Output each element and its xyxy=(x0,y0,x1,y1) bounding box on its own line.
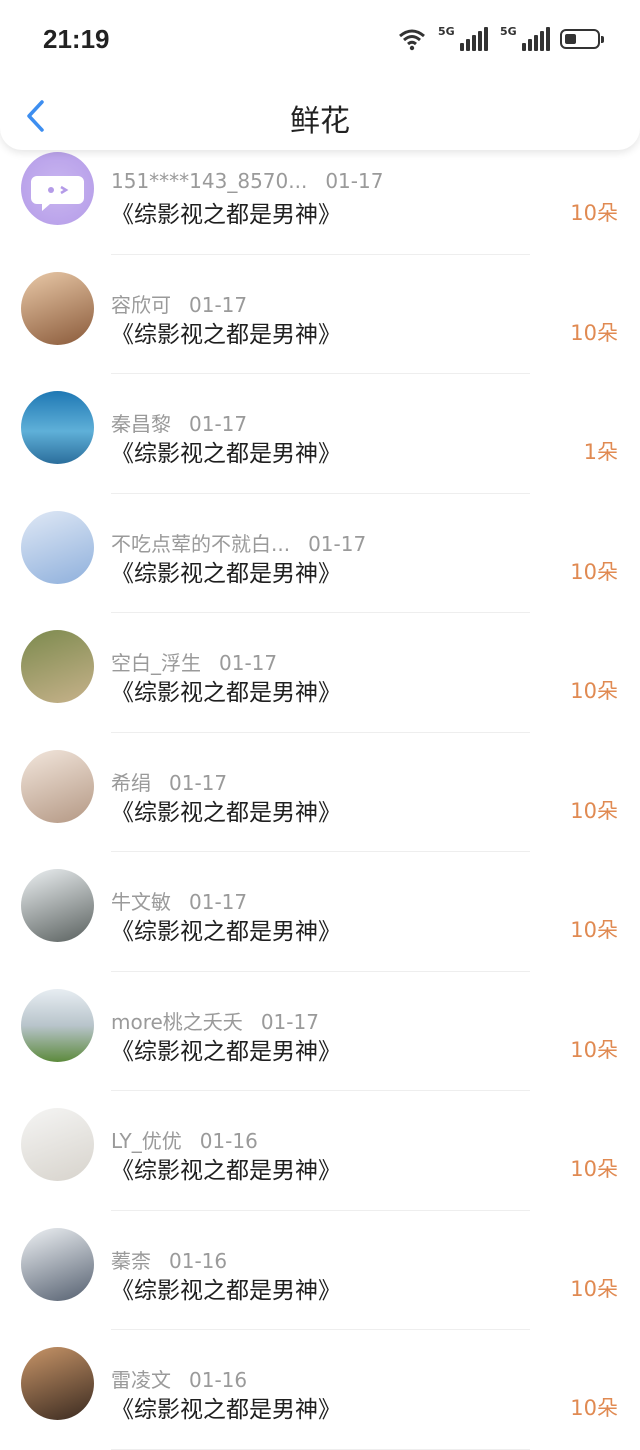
item-date: 01-17 xyxy=(260,1009,319,1034)
wifi-icon xyxy=(398,27,426,51)
list-item[interactable]: 雷凌文 01-16 《综影视之都是男神》 10朵 xyxy=(0,1330,640,1450)
item-meta: 希绢 01-17 xyxy=(111,767,227,796)
list-item[interactable]: more桃之夭夭 01-17 《综影视之都是男神》 10朵 xyxy=(0,972,640,1091)
item-date: 01-17 xyxy=(189,412,248,436)
list-item[interactable]: 空白_浮生 01-17 《综影视之都是男神》 10朵 xyxy=(0,613,640,733)
book-title: 《综影视之都是男神》 xyxy=(111,321,341,348)
item-date: 01-16 xyxy=(169,1248,228,1273)
avatar[interactable] xyxy=(21,1347,94,1420)
list-item[interactable]: LY_优优 01-16 《综影视之都是男神》 10朵 xyxy=(0,1091,640,1211)
list-item[interactable]: 牛文敏 01-17 《综影视之都是男神》 10朵 xyxy=(0,852,640,972)
list-item[interactable]: 蓁柰 01-16 《综影视之都是男神》 10朵 xyxy=(0,1211,640,1330)
user-name: 容欣可 xyxy=(111,292,171,317)
avatar[interactable] xyxy=(21,391,94,464)
user-name: more桃之夭夭 xyxy=(111,1009,243,1034)
flower-count: 10朵 xyxy=(570,559,618,584)
user-name: 不吃点荤的不就白... xyxy=(111,531,291,556)
avatar[interactable] xyxy=(21,869,94,942)
item-meta: 不吃点荤的不就白... 01-17 xyxy=(111,528,366,557)
item-meta: LY_优优 01-16 xyxy=(111,1125,258,1154)
flower-count: 10朵 xyxy=(570,1157,618,1181)
item-meta: 容欣可 01-17 xyxy=(111,289,247,318)
list-item[interactable]: 希绢 01-17 《综影视之都是男神》 10朵 xyxy=(0,733,640,852)
item-meta: 蓁柰 01-16 xyxy=(111,1245,227,1274)
book-title: 《综影视之都是男神》 xyxy=(111,799,341,826)
item-date: 01-17 xyxy=(189,292,248,317)
top-bar: 21:19 5G 5G 鲜花 xyxy=(0,0,640,150)
item-date: 01-16 xyxy=(199,1129,258,1153)
list-item[interactable]: 容欣可 01-17 《综影视之都是男神》 10朵 xyxy=(0,255,640,374)
item-date: 01-17 xyxy=(308,531,367,556)
avatar[interactable] xyxy=(21,152,94,225)
book-title: 《综影视之都是男神》 xyxy=(111,680,341,706)
item-meta: 空白_浮生 01-17 xyxy=(111,647,277,676)
list-item[interactable]: 秦昌黎 01-17 《综影视之都是男神》 1朵 xyxy=(0,374,640,494)
book-title: 《综影视之都是男神》 xyxy=(111,1277,341,1304)
flower-count: 10朵 xyxy=(570,679,618,703)
avatar[interactable] xyxy=(21,1108,94,1181)
flower-count: 10朵 xyxy=(570,201,618,225)
user-name: 雷凌文 xyxy=(111,1368,171,1392)
item-date: 01-17 xyxy=(169,770,228,795)
signal-icon: 5G xyxy=(500,25,550,51)
book-title: 《综影视之都是男神》 xyxy=(111,1397,341,1423)
item-meta: more桃之夭夭 01-17 xyxy=(111,1006,319,1035)
avatar[interactable] xyxy=(21,271,94,345)
user-name: 151****143_8570... xyxy=(111,169,308,193)
divider xyxy=(111,1448,530,1450)
flower-count: 10朵 xyxy=(570,1037,618,1062)
flower-count: 10朵 xyxy=(570,320,618,345)
book-title: 《综影视之都是男神》 xyxy=(111,1158,341,1184)
user-name: 蓁柰 xyxy=(111,1248,151,1273)
book-title: 《综影视之都是男神》 xyxy=(111,1038,341,1065)
item-meta: 牛文敏 01-17 xyxy=(111,886,247,915)
status-icons: 5G 5G xyxy=(398,24,604,54)
user-name: 希绢 xyxy=(111,770,151,795)
flower-list: 151****143_8570... 01-17 《综影视之都是男神》 10朵 容… xyxy=(0,135,640,1450)
avatar[interactable] xyxy=(21,1227,94,1301)
item-date: 01-17 xyxy=(189,890,248,914)
flower-count: 1朵 xyxy=(583,440,618,464)
avatar[interactable] xyxy=(21,988,94,1062)
flower-count: 10朵 xyxy=(570,1276,618,1301)
item-meta: 151****143_8570... 01-17 xyxy=(111,169,383,193)
signal-icon: 5G xyxy=(438,25,488,51)
user-name: 牛文敏 xyxy=(111,890,171,914)
item-date: 01-17 xyxy=(325,169,384,193)
avatar[interactable] xyxy=(21,630,94,703)
chat-bubble-icon xyxy=(31,176,84,211)
list-item[interactable]: 不吃点荤的不就白... 01-17 《综影视之都是男神》 10朵 xyxy=(0,494,640,613)
book-title: 《综影视之都是男神》 xyxy=(111,560,341,587)
flower-count: 10朵 xyxy=(570,1396,618,1420)
flower-count: 10朵 xyxy=(570,918,618,942)
list-item[interactable]: 151****143_8570... 01-17 《综影视之都是男神》 10朵 xyxy=(0,135,640,255)
item-meta: 雷凌文 01-16 xyxy=(111,1364,247,1393)
user-name: LY_优优 xyxy=(111,1129,182,1153)
avatar[interactable] xyxy=(21,510,94,584)
user-name: 空白_浮生 xyxy=(111,651,201,675)
avatar[interactable] xyxy=(21,749,94,823)
battery-icon xyxy=(560,29,604,49)
book-title: 《综影视之都是男神》 xyxy=(111,202,341,228)
page-title: 鲜花 xyxy=(290,104,350,139)
flower-count: 10朵 xyxy=(570,798,618,823)
status-time: 21:19 xyxy=(43,24,110,54)
book-title: 《综影视之都是男神》 xyxy=(111,919,341,945)
item-meta: 秦昌黎 01-17 xyxy=(111,408,247,437)
user-name: 秦昌黎 xyxy=(111,412,171,436)
book-title: 《综影视之都是男神》 xyxy=(111,441,341,467)
item-date: 01-17 xyxy=(219,651,278,675)
item-date: 01-16 xyxy=(189,1368,248,1392)
